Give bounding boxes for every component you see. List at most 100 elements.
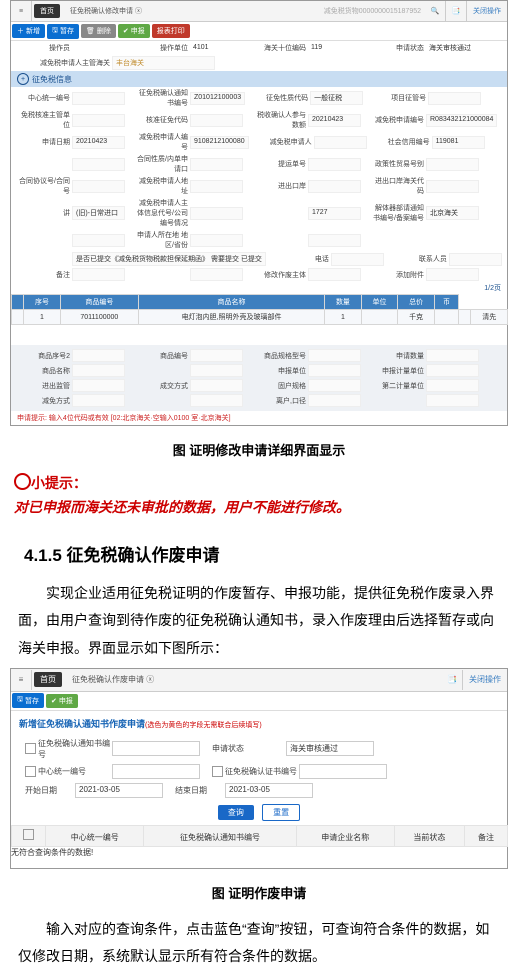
print-icon[interactable]: 📑 bbox=[442, 670, 463, 690]
save-button[interactable]: 🖫暂存 bbox=[47, 24, 79, 39]
date-input-start[interactable]: 2021-03-05 bbox=[75, 783, 163, 798]
input[interactable] bbox=[190, 268, 243, 281]
label: 减免税申请人编号 bbox=[133, 132, 190, 152]
input[interactable] bbox=[190, 349, 243, 362]
checkbox[interactable] bbox=[23, 829, 34, 840]
input[interactable] bbox=[314, 136, 367, 149]
filter-input[interactable] bbox=[112, 741, 200, 756]
input[interactable] bbox=[428, 92, 481, 105]
input[interactable] bbox=[190, 114, 243, 127]
input[interactable] bbox=[426, 268, 479, 281]
input[interactable] bbox=[190, 207, 243, 220]
date-input-end[interactable]: 2021-03-05 bbox=[225, 783, 313, 798]
checkbox[interactable] bbox=[25, 743, 36, 754]
add-button[interactable]: ＋新增 bbox=[12, 24, 45, 38]
input[interactable] bbox=[426, 364, 479, 377]
report-button[interactable]: ✔申报 bbox=[46, 694, 78, 708]
close-icon[interactable]: ⓧ bbox=[135, 8, 142, 15]
input[interactable]: 119081 bbox=[432, 136, 485, 149]
input[interactable] bbox=[308, 158, 361, 171]
print-button[interactable]: 报表打印 bbox=[152, 24, 190, 38]
input[interactable]: 9108212100080 bbox=[190, 136, 249, 149]
filter-input[interactable]: 海关审核通过 bbox=[286, 741, 374, 756]
print-icon[interactable]: 📑 bbox=[446, 1, 467, 21]
checkbox[interactable] bbox=[212, 766, 223, 777]
input[interactable]: 北京海关 bbox=[426, 206, 479, 220]
save-button[interactable]: 🖫暂存 bbox=[12, 693, 44, 708]
input[interactable]: Z01012100003 bbox=[190, 92, 245, 105]
table-cell: 千克 bbox=[398, 310, 435, 325]
section-tax-info[interactable]: + 征免税信息 bbox=[11, 71, 507, 87]
home-tab[interactable]: 首页 bbox=[34, 672, 62, 687]
input[interactable] bbox=[72, 364, 125, 377]
filter-input[interactable] bbox=[299, 764, 387, 779]
input[interactable]: 1727 bbox=[308, 207, 361, 220]
form-field: 离户,口径 bbox=[251, 394, 361, 407]
input[interactable] bbox=[331, 253, 384, 266]
input[interactable] bbox=[190, 158, 243, 171]
input[interactable] bbox=[308, 394, 361, 407]
checkbox[interactable] bbox=[25, 766, 36, 777]
customs-value[interactable]: 丰台海关 bbox=[112, 56, 215, 70]
input[interactable] bbox=[190, 364, 243, 377]
form-field: 征免性质代码一般征税 bbox=[253, 88, 363, 108]
input[interactable]: (旧)-日常进口 bbox=[72, 206, 125, 220]
input[interactable]: 一般征税 bbox=[310, 91, 363, 105]
page-tab[interactable]: 征免税确认修改申请 ⓧ bbox=[62, 3, 150, 19]
input[interactable] bbox=[190, 180, 243, 193]
input[interactable]: 是否已提交《减免税货物税款担保延期函》 需要提交 已提交 bbox=[72, 252, 266, 266]
filter-input[interactable] bbox=[112, 764, 200, 779]
label: 中心统一编号 bbox=[15, 93, 72, 103]
input[interactable]: 20210423 bbox=[72, 136, 125, 149]
input[interactable] bbox=[72, 92, 125, 105]
expand-icon[interactable]: + bbox=[17, 73, 29, 85]
form-field: 进出口岸 bbox=[251, 176, 361, 196]
page-tab[interactable]: 征免税确认作废申请 ⓧ bbox=[64, 671, 162, 688]
input[interactable] bbox=[72, 114, 125, 127]
close-ops-link[interactable]: 关闭操作 bbox=[473, 6, 501, 16]
form-field: 申请日期20210423 bbox=[15, 132, 125, 152]
filter-label: 开始日期 bbox=[25, 785, 75, 796]
label: 社会信用编号 bbox=[375, 137, 432, 147]
input[interactable] bbox=[72, 394, 125, 407]
figure-caption-1: 图 证明修改申请详细界面显示 bbox=[14, 440, 504, 459]
input[interactable] bbox=[72, 379, 125, 392]
input[interactable] bbox=[190, 234, 243, 247]
value: 119 bbox=[308, 43, 361, 54]
input[interactable] bbox=[72, 268, 125, 281]
input[interactable] bbox=[190, 379, 243, 392]
home-tab[interactable]: 首页 bbox=[34, 4, 60, 18]
search-field[interactable]: 减免税货物0000000015187952 bbox=[324, 6, 425, 16]
input[interactable] bbox=[72, 180, 125, 193]
input[interactable] bbox=[426, 379, 479, 392]
input[interactable] bbox=[426, 180, 479, 193]
search-icon[interactable]: 🔍 bbox=[425, 1, 446, 21]
input[interactable] bbox=[190, 394, 243, 407]
input[interactable] bbox=[449, 253, 502, 266]
input[interactable] bbox=[308, 364, 361, 377]
form-field: 讲(旧)-日常进口 bbox=[15, 198, 125, 228]
menu-icon[interactable]: ≡ bbox=[11, 670, 32, 690]
input[interactable] bbox=[308, 379, 361, 392]
input[interactable] bbox=[72, 234, 125, 247]
menu-icon[interactable]: ≡ bbox=[11, 1, 32, 21]
input[interactable] bbox=[426, 349, 479, 362]
input[interactable] bbox=[426, 158, 479, 171]
input[interactable] bbox=[72, 349, 125, 362]
input[interactable] bbox=[308, 349, 361, 362]
input[interactable] bbox=[308, 268, 361, 281]
input[interactable] bbox=[308, 234, 361, 247]
delete-button[interactable]: 🗑删除 bbox=[81, 24, 116, 38]
close-icon[interactable]: ⓧ bbox=[146, 675, 154, 684]
input[interactable] bbox=[426, 394, 479, 407]
reset-button[interactable]: 重置 bbox=[262, 804, 300, 821]
input[interactable]: 20210423 bbox=[308, 114, 361, 127]
input[interactable] bbox=[308, 180, 361, 193]
no-data-message: 无符合查询条件的数据! bbox=[11, 847, 507, 858]
report-button[interactable]: ✔申报 bbox=[118, 24, 150, 38]
input[interactable] bbox=[72, 158, 125, 171]
close-ops-link[interactable]: 关闭操作 bbox=[469, 674, 501, 685]
table-cell[interactable] bbox=[12, 310, 24, 325]
input[interactable]: R083432121000084 bbox=[426, 114, 497, 127]
query-button[interactable]: 查询 bbox=[218, 805, 254, 820]
